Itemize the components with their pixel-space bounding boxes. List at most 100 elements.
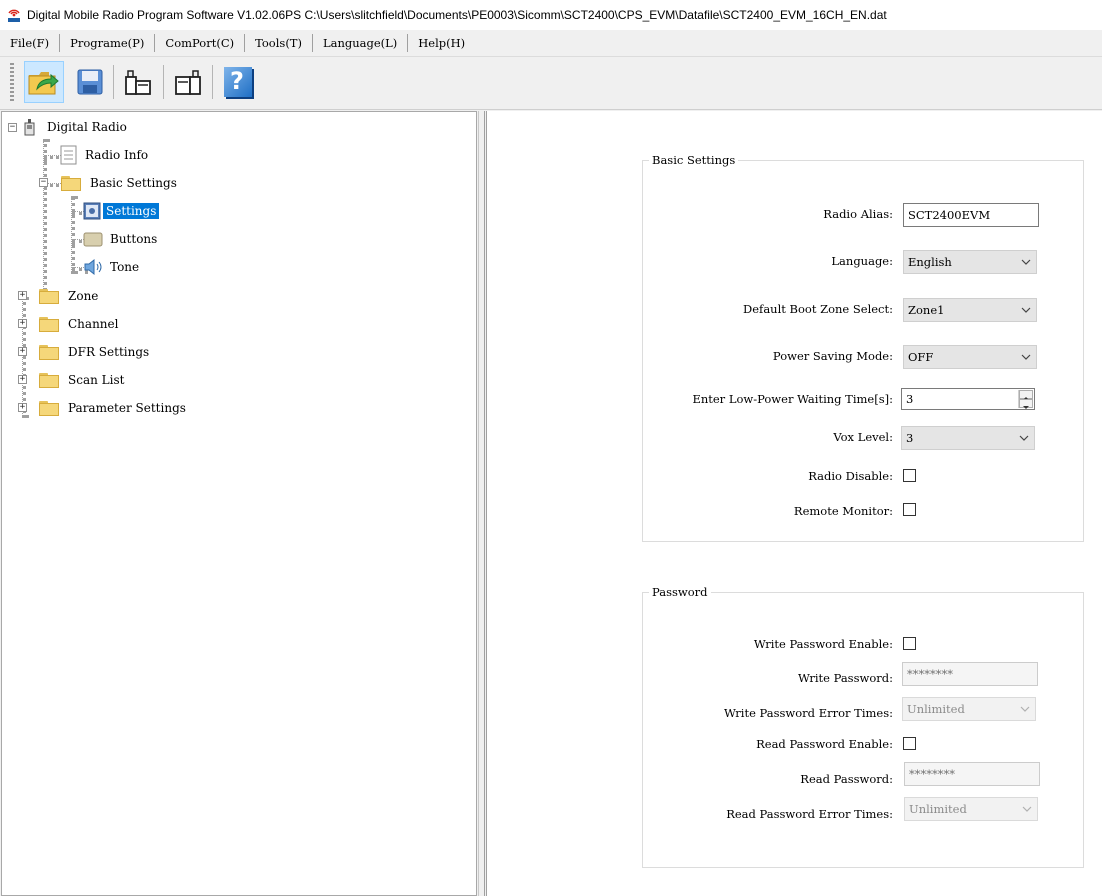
menu-tools[interactable]: Tools(T) [245,34,313,52]
tree-item-settings[interactable]: Settings [83,200,160,222]
remote-monitor-label: Remote Monitor: [793,504,893,518]
tree-collapse-basic-settings[interactable]: − [39,178,48,187]
basic-settings-group: Basic Settings Radio Alias: Language: En… [642,153,1084,542]
help-button[interactable]: ? [218,61,258,103]
write-password-error-select[interactable]: Unlimited [902,697,1036,721]
password-group: Password Write Password Enable: Write Pa… [642,585,1084,868]
read-password-error-label: Read Password Error Times: [726,807,893,821]
open-folder-icon [28,72,59,95]
radio-alias-label: Radio Alias: [823,207,893,221]
remote-monitor-checkbox[interactable] [903,503,916,516]
read-password-enable-checkbox[interactable] [903,737,916,750]
tree-label: Parameter Settings [68,401,186,415]
chevron-down-icon [1021,259,1031,265]
speaker-icon [84,258,102,276]
write-password-label: Write Password: [798,671,893,685]
title-bar: Digital Mobile Radio Program Software V1… [0,0,1102,30]
chevron-down-icon [1019,435,1029,441]
read-password-error-select[interactable]: Unlimited [904,797,1038,821]
tree-label: Settings [103,203,160,219]
low-power-time-stepper[interactable]: 3 [901,388,1035,410]
radio-alias-input[interactable] [903,203,1039,227]
menu-file[interactable]: File(F) [0,34,61,52]
folder-icon [38,344,60,360]
boot-zone-label: Default Boot Zone Select: [743,302,893,316]
tree-label: Radio Info [85,148,149,162]
write-password-error-label: Write Password Error Times: [723,706,893,720]
save-button[interactable] [70,61,110,103]
read-radio-button[interactable] [118,61,158,103]
menu-help[interactable]: Help(H) [408,34,475,52]
power-saving-label: Power Saving Mode: [772,349,893,363]
write-password-input[interactable] [902,662,1038,686]
buttons-icon [83,232,103,247]
tree-item-buttons[interactable]: Buttons [83,228,160,250]
tree-label: Channel [68,317,119,331]
group-title: Basic Settings [649,153,739,167]
menu-language[interactable]: Language(L) [313,34,409,52]
write-radio-button[interactable] [168,61,208,103]
folder-icon [38,372,60,388]
tree-item-parameter-settings[interactable]: Parameter Settings [38,397,189,419]
language-select[interactable]: English [903,250,1037,274]
tree-expand-zone[interactable]: + [18,291,27,300]
tree-label: Basic Settings [90,176,177,190]
radio-disable-checkbox[interactable] [903,469,916,482]
tree-expand-channel[interactable]: + [18,319,27,328]
folder-icon [38,400,60,416]
tree-item-dfr-settings[interactable]: DFR Settings [38,341,152,363]
settings-gear-icon [83,202,101,220]
menu-bar: File(F) Programe(P) ComPort(C) Tools(T) … [0,30,1102,57]
read-password-input[interactable] [904,762,1040,786]
tree-label: Zone [68,289,99,303]
tree-item-zone[interactable]: Zone [38,285,101,307]
navigation-tree: − Digital Radio Radio Info − Basic Setti… [1,111,477,896]
tree-expand-scan-list[interactable]: + [18,375,27,384]
tree-item-digital-radio[interactable]: Digital Radio [22,116,130,138]
save-icon [77,69,103,95]
menu-comport[interactable]: ComPort(C) [155,34,246,52]
tree-label: Scan List [68,373,125,387]
power-saving-select[interactable]: OFF [903,345,1037,369]
tree-item-basic-settings[interactable]: Basic Settings [60,172,180,194]
tree-item-scan-list[interactable]: Scan List [38,369,127,391]
tree-item-tone[interactable]: Tone [83,256,142,278]
vox-level-label: Vox Level: [833,430,893,444]
folder-icon [60,175,82,191]
radio-device-icon [24,119,35,136]
open-button[interactable] [24,61,64,103]
toolbar-grip[interactable] [10,63,14,103]
chevron-down-icon [1021,307,1031,313]
tree-item-channel[interactable]: Channel [38,313,121,335]
pane-splitter[interactable] [478,111,485,896]
read-radio-icon [125,70,151,95]
chevron-down-icon [1021,354,1031,360]
language-label: Language: [831,254,893,268]
settings-panel: Basic Settings Radio Alias: Language: En… [486,111,1102,896]
tree-expand-dfr-settings[interactable]: + [18,347,27,356]
tree-label: DFR Settings [68,345,150,359]
write-radio-icon [175,70,201,95]
app-logo-icon [5,6,23,24]
vox-level-select[interactable]: 3 [901,426,1035,450]
menu-programe[interactable]: Programe(P) [60,34,156,52]
radio-disable-label: Radio Disable: [808,469,893,483]
tree-label: Buttons [110,232,158,246]
toolbar: ? [0,57,1102,110]
read-password-label: Read Password: [800,772,893,786]
spin-down-button[interactable] [1019,399,1033,409]
write-password-enable-checkbox[interactable] [903,637,916,650]
low-power-time-label: Enter Low-Power Waiting Time[s]: [692,392,893,406]
tree-expand-parameter-settings[interactable]: + [18,403,27,412]
caret-down-icon [1023,406,1029,409]
write-password-enable-label: Write Password Enable: [753,637,893,651]
tree-label: Digital Radio [47,120,127,134]
spin-up-button[interactable] [1019,390,1033,400]
chevron-down-icon [1022,806,1032,812]
help-icon: ? [224,67,252,97]
folder-icon [38,316,60,332]
chevron-down-icon [1020,706,1030,712]
boot-zone-select[interactable]: Zone1 [903,298,1037,322]
tree-collapse-root[interactable]: − [8,123,17,132]
tree-item-radio-info[interactable]: Radio Info [60,144,151,166]
